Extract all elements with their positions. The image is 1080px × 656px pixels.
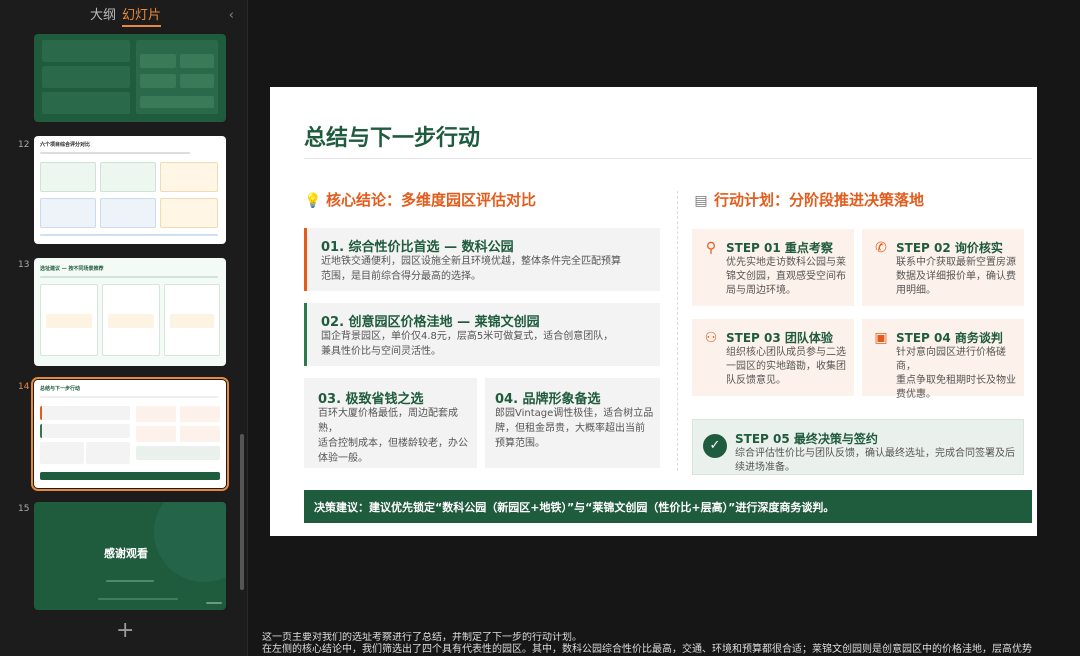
section-heading-action-plan: ▤ 行动计划：分阶段推进决策落地 bbox=[692, 189, 924, 210]
step-card-4: ▣ STEP 04 商务谈判 针对意向园区进行价格磋商， 重点争取免租期时长及物… bbox=[862, 319, 1024, 400]
card-body-line: 牌，但租金昂贵，大概率超出当前 bbox=[495, 423, 645, 434]
lightbulb-icon: 💡 bbox=[304, 193, 322, 209]
checkmark-icon: ✓ bbox=[703, 434, 727, 458]
tab-slides[interactable]: 幻灯片 bbox=[122, 4, 162, 27]
card-title: 03. 极致省钱之选 bbox=[318, 392, 424, 407]
card-body-line: 国企背景园区，单价仅4.8元，层高5米可做复式，适合创意团队， bbox=[321, 331, 614, 342]
step-body-line: 重点争取免租期时长及物业 bbox=[896, 375, 1016, 386]
team-icon: ⚇ bbox=[704, 330, 718, 346]
slide-thumbnail-12[interactable]: 六个项目综合评分对比 bbox=[34, 136, 226, 244]
section-heading-conclusions: 💡 核心结论：多维度园区评估对比 bbox=[304, 189, 536, 210]
thumb-title: 总结与下一步行动 bbox=[40, 386, 81, 392]
card-title: 01. 综合性价比首选 — 数科公园 bbox=[321, 240, 514, 255]
step-title: STEP 01 重点考察 bbox=[726, 241, 833, 255]
step-body-line: 锦文创园，直观感受空间布 bbox=[726, 271, 846, 282]
card-title: 04. 品牌形象备选 bbox=[495, 392, 601, 407]
step-title: STEP 02 询价核实 bbox=[896, 241, 1003, 255]
step-body-line: 联系中介获取最新空置房源 bbox=[896, 257, 1016, 268]
phone-icon: ✆ bbox=[875, 240, 887, 256]
tab-outline[interactable]: 大纲 bbox=[90, 4, 116, 23]
location-pin-icon: ⚲ bbox=[705, 240, 717, 256]
card-body: 郎园Vintage调性极佳，适合树立品 牌，但租金昂贵，大概率超出当前 预算范围… bbox=[495, 406, 653, 451]
card-body-line: 郎园Vintage调性极佳，适合树立品 bbox=[495, 408, 654, 419]
slide-number: 12 bbox=[18, 140, 30, 150]
step-body-line: 局与周边环境。 bbox=[726, 285, 796, 296]
step-body: 组织核心团队成员参与二选 一园区的实地踏勘，收集团 队反馈意见。 bbox=[726, 346, 846, 388]
card-body: 近地铁交通便利，园区设施全新且环境优越，整体条件完全匹配预算 范围，是目前综合得… bbox=[321, 254, 621, 284]
slide-number: 14 bbox=[18, 382, 30, 392]
step-title: STEP 05 最终决策与签约 bbox=[735, 432, 878, 446]
step-body: 联系中介获取最新空置房源 数据及详细报价单，确认费 用明细。 bbox=[896, 256, 1016, 298]
clipboard-icon: ▤ bbox=[694, 193, 708, 209]
step-title: STEP 04 商务谈判 bbox=[896, 331, 1003, 345]
slide-thumbnail-14[interactable]: 总结与下一步行动 bbox=[31, 377, 229, 491]
section-heading-text: 核心结论：多维度园区评估对比 bbox=[326, 191, 537, 209]
step-card-2: ✆ STEP 02 询价核实 联系中介获取最新空置房源 数据及详细报价单，确认费… bbox=[862, 229, 1024, 306]
title-divider bbox=[304, 158, 1032, 159]
step-body-line: 费优惠。 bbox=[896, 389, 936, 400]
step-body-line: 用明细。 bbox=[896, 285, 936, 296]
step-body-line: 优先实地走访数科公园与莱 bbox=[726, 257, 846, 268]
card-body-line: 预算范围。 bbox=[495, 438, 545, 449]
thumb-title: 选址建议 — 按不同场景推荐 bbox=[40, 266, 104, 272]
thumbnail-list: 12 六个项目综合评分对比 13 选址建议 — 按不同场景推荐 14 总结与下一… bbox=[0, 34, 240, 614]
conclusion-card-2: 02. 创意园区价格洼地 — 莱锦文创园 国企背景园区，单价仅4.8元，层高5米… bbox=[304, 303, 660, 366]
card-body-line: 适合控制成本，但楼龄较老，办公 bbox=[318, 438, 468, 449]
thumb-title: 六个项目综合评分对比 bbox=[40, 142, 91, 148]
step-body-line: 数据及详细报价单，确认费 bbox=[896, 271, 1016, 282]
section-heading-text: 行动计划：分阶段推进决策落地 bbox=[714, 191, 925, 209]
document-icon: ▣ bbox=[874, 330, 888, 346]
notes-line: 在左侧的核心结论中，我们筛选出了四个具有代表性的园区。其中，数科公园综合性价比最… bbox=[262, 644, 1032, 655]
slide-thumbnail-11[interactable] bbox=[34, 34, 226, 122]
step-body-line: 组织核心团队成员参与二选 bbox=[726, 347, 846, 358]
step-body: 针对意向园区进行价格磋商， 重点争取免租期时长及物业 费优惠。 bbox=[896, 346, 1024, 402]
collapse-panel-icon[interactable]: ‹ bbox=[229, 8, 234, 23]
step-title: STEP 03 团队体验 bbox=[726, 331, 833, 345]
speaker-notes[interactable]: 这一页主要对我们的选址考察进行了总结，并制定了下一步的行动计划。 在左侧的核心结… bbox=[262, 632, 1080, 656]
card-body: 百环大厦价格最低，周边配套成熟， 适合控制成本，但楼龄较老，办公 体验一般。 bbox=[318, 406, 477, 466]
step-body: 优先实地走访数科公园与莱 锦文创园，直观感受空间布 局与周边环境。 bbox=[726, 256, 846, 298]
slide-thumbnail-13[interactable]: 选址建议 — 按不同场景推荐 bbox=[34, 258, 226, 366]
add-slide-button[interactable]: + bbox=[116, 620, 134, 642]
decision-text: 决策建议：建议优先锁定“数科公园（新园区+地铁）”与“莱锦文创园（性价比+层高）… bbox=[314, 501, 835, 514]
slide-thumbnail-15[interactable]: 感谢观看 bbox=[34, 502, 226, 610]
slide-number: 15 bbox=[18, 504, 30, 514]
step-body-line: 续进场准备。 bbox=[735, 462, 795, 473]
conclusion-card-1: 01. 综合性价比首选 — 数科公园 近地铁交通便利，园区设施全新且环境优越，整… bbox=[304, 228, 660, 291]
conclusion-card-3: 03. 极致省钱之选 百环大厦价格最低，周边配套成熟， 适合控制成本，但楼龄较老… bbox=[304, 378, 477, 468]
step-body-line: 综合评估性价比与团队反馈，确认最终选址，完成合同签署及后 bbox=[735, 448, 1015, 459]
panel-tabs: 大纲 幻灯片 ‹ bbox=[0, 4, 248, 27]
step-body: 综合评估性价比与团队反馈，确认最终选址，完成合同签署及后 续进场准备。 bbox=[735, 447, 1021, 475]
thumb-title: 感谢观看 bbox=[104, 547, 148, 560]
step-card-1: ⚲ STEP 01 重点考察 优先实地走访数科公园与莱 锦文创园，直观感受空间布… bbox=[692, 229, 854, 306]
card-body: 国企背景园区，单价仅4.8元，层高5米可做复式，适合创意团队， 兼具性价比与空间… bbox=[321, 329, 613, 359]
card-body-line: 百环大厦价格最低，周边配套成熟， bbox=[318, 408, 458, 434]
slide-canvas[interactable]: 总结与下一步行动 💡 核心结论：多维度园区评估对比 ▤ 行动计划：分阶段推进决策落地… bbox=[270, 87, 1037, 536]
panel-scrollbar[interactable] bbox=[240, 434, 244, 590]
slides-panel: 大纲 幻灯片 ‹ 12 六个项目综合评分对比 13 选址建议 — 按不同场景推荐… bbox=[0, 0, 248, 656]
step-card-3: ⚇ STEP 03 团队体验 组织核心团队成员参与二选 一园区的实地踏勘，收集团… bbox=[692, 319, 854, 396]
card-body-line: 体验一般。 bbox=[318, 453, 368, 464]
card-body-line: 近地铁交通便利，园区设施全新且环境优越，整体条件完全匹配预算 bbox=[321, 256, 621, 267]
step-card-5: ✓ STEP 05 最终决策与签约 综合评估性价比与团队反馈，确认最终选址，完成… bbox=[692, 419, 1024, 475]
decision-banner: 决策建议：建议优先锁定“数科公园（新园区+地铁）”与“莱锦文创园（性价比+层高）… bbox=[304, 490, 1032, 523]
notes-line: 这一页主要对我们的选址考察进行了总结，并制定了下一步的行动计划。 bbox=[262, 632, 582, 643]
column-divider bbox=[677, 191, 678, 471]
slide-number: 13 bbox=[18, 260, 30, 270]
card-title: 02. 创意园区价格洼地 — 莱锦文创园 bbox=[321, 315, 540, 330]
card-body-line: 兼具性价比与空间灵活性。 bbox=[321, 346, 441, 357]
conclusion-card-4: 04. 品牌形象备选 郎园Vintage调性极佳，适合树立品 牌，但租金昂贵，大… bbox=[485, 378, 660, 468]
step-body-line: 队反馈意见。 bbox=[726, 375, 786, 386]
slide-title: 总结与下一步行动 bbox=[304, 126, 481, 151]
step-body-line: 一园区的实地踏勘，收集团 bbox=[726, 361, 846, 372]
step-body-line: 针对意向园区进行价格磋商， bbox=[896, 347, 1006, 372]
card-body-line: 范围，是目前综合得分最高的选择。 bbox=[321, 271, 481, 282]
